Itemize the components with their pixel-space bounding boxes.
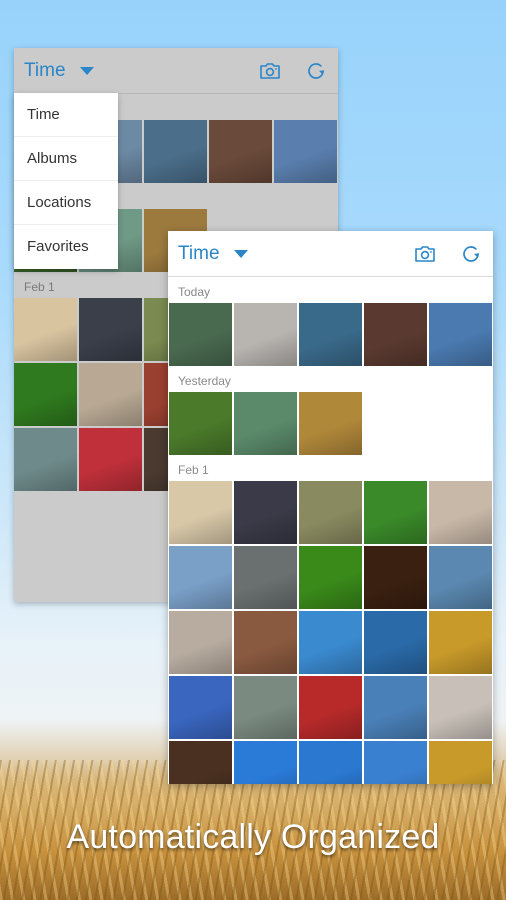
photo-thumbnail[interactable] xyxy=(274,120,337,183)
front-photo-sections: Today Yesterday Feb 1 xyxy=(168,277,493,784)
dropdown-item-favorites[interactable]: Favorites xyxy=(14,225,118,269)
dropdown-item-time[interactable]: Time xyxy=(14,93,118,137)
photo-thumbnail[interactable] xyxy=(14,428,77,491)
photo-thumbnail[interactable] xyxy=(429,611,492,674)
photo-grid xyxy=(168,392,493,455)
photo-thumbnail[interactable] xyxy=(234,676,297,739)
photo-thumbnail[interactable] xyxy=(299,546,362,609)
photo-thumbnail[interactable] xyxy=(364,611,427,674)
photo-thumbnail[interactable] xyxy=(169,481,232,544)
photo-thumbnail[interactable] xyxy=(234,481,297,544)
camera-icon[interactable] xyxy=(258,59,282,83)
photo-thumbnail[interactable] xyxy=(364,676,427,739)
triangle-down-icon[interactable] xyxy=(233,250,248,258)
photo-thumbnail[interactable] xyxy=(234,303,297,366)
photo-thumbnail[interactable] xyxy=(429,303,492,366)
view-mode-title[interactable]: Time xyxy=(178,243,220,265)
photo-thumbnail[interactable] xyxy=(429,481,492,544)
section-label: Today xyxy=(178,285,211,299)
photo-thumbnail[interactable] xyxy=(79,428,142,491)
photo-thumbnail[interactable] xyxy=(364,481,427,544)
photo-thumbnail[interactable] xyxy=(169,546,232,609)
photo-thumbnail[interactable] xyxy=(429,741,492,784)
tagline: Automatically Organized xyxy=(66,818,440,856)
camera-icon[interactable] xyxy=(413,242,437,266)
photo-thumbnail[interactable] xyxy=(299,741,362,784)
photo-thumbnail[interactable] xyxy=(234,611,297,674)
photo-thumbnail[interactable] xyxy=(169,741,232,784)
photo-thumbnail[interactable] xyxy=(429,676,492,739)
view-mode-title[interactable]: Time xyxy=(24,60,66,82)
view-mode-dropdown: Time Albums Locations Favorites xyxy=(14,93,118,269)
back-toolbar: Time xyxy=(14,48,338,94)
photo-thumbnail[interactable] xyxy=(299,481,362,544)
photo-thumbnail[interactable] xyxy=(169,392,232,455)
dropdown-item-albums[interactable]: Albums xyxy=(14,137,118,181)
photo-thumbnail[interactable] xyxy=(364,546,427,609)
refresh-icon[interactable] xyxy=(304,59,328,83)
photo-thumbnail[interactable] xyxy=(144,120,207,183)
photo-thumbnail[interactable] xyxy=(299,611,362,674)
triangle-down-icon[interactable] xyxy=(79,67,94,75)
photo-thumbnail[interactable] xyxy=(234,392,297,455)
front-app-panel: Time Today Yesterday Feb 1 xyxy=(168,231,493,784)
photo-thumbnail[interactable] xyxy=(364,303,427,366)
photo-thumbnail[interactable] xyxy=(169,611,232,674)
photo-grid xyxy=(168,303,493,366)
photo-grid xyxy=(168,481,493,784)
photo-thumbnail[interactable] xyxy=(79,363,142,426)
photo-thumbnail[interactable] xyxy=(169,676,232,739)
photo-thumbnail[interactable] xyxy=(14,363,77,426)
section-label: Yesterday xyxy=(178,374,231,388)
photo-thumbnail[interactable] xyxy=(299,392,362,455)
dropdown-item-locations[interactable]: Locations xyxy=(14,181,118,225)
photo-thumbnail[interactable] xyxy=(169,303,232,366)
photo-thumbnail[interactable] xyxy=(209,120,272,183)
photo-thumbnail[interactable] xyxy=(79,298,142,361)
photo-thumbnail[interactable] xyxy=(299,676,362,739)
refresh-icon[interactable] xyxy=(459,242,483,266)
photo-thumbnail[interactable] xyxy=(429,546,492,609)
front-toolbar: Time xyxy=(168,231,493,277)
photo-thumbnail[interactable] xyxy=(14,298,77,361)
photo-thumbnail[interactable] xyxy=(299,303,362,366)
section-label: Feb 1 xyxy=(178,463,209,477)
photo-thumbnail[interactable] xyxy=(234,546,297,609)
photo-thumbnail[interactable] xyxy=(364,741,427,784)
photo-thumbnail[interactable] xyxy=(234,741,297,784)
